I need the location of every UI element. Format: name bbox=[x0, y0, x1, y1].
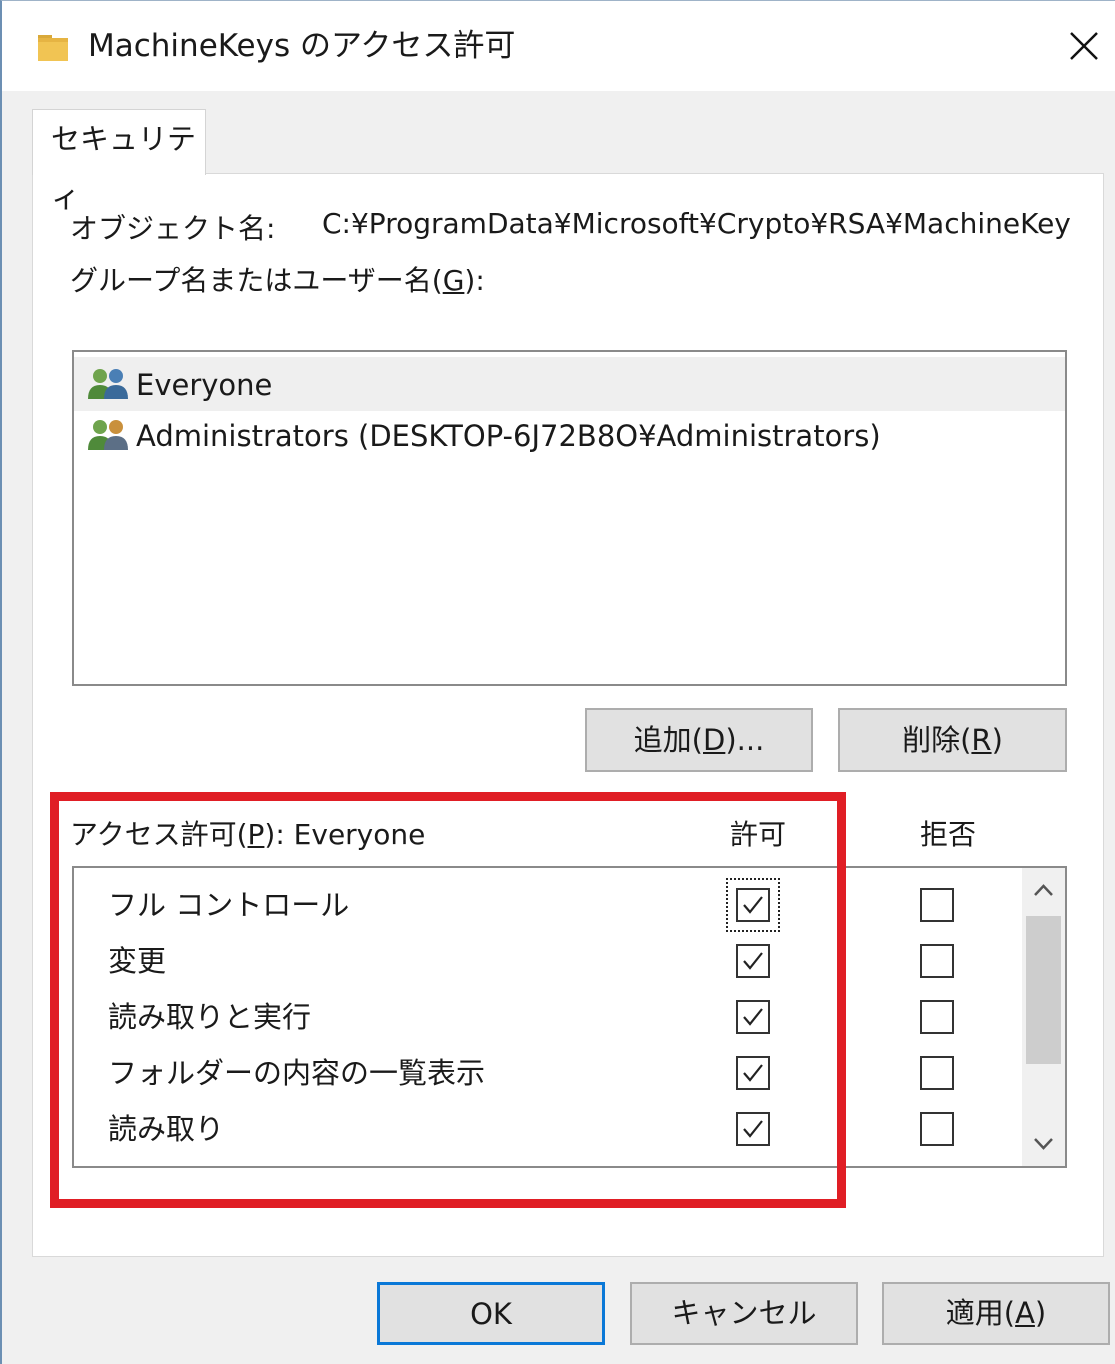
list-item-everyone[interactable]: Everyone bbox=[74, 357, 1065, 411]
highlight-annotation bbox=[50, 792, 846, 1208]
scroll-down-icon[interactable] bbox=[1022, 1122, 1065, 1166]
list-item-administrators[interactable]: Administrators (DESKTOP-6J72B8O¥Administ… bbox=[74, 408, 1065, 462]
remove-button[interactable]: 削除(R) bbox=[838, 708, 1067, 772]
ok-button[interactable]: OK bbox=[377, 1282, 605, 1345]
object-name-value: C:¥ProgramData¥Microsoft¥Crypto¥RSA¥Mach… bbox=[322, 207, 1070, 240]
scroll-up-icon[interactable] bbox=[1022, 868, 1065, 912]
title-bar: MachineKeys のアクセス許可 bbox=[2, 1, 1115, 91]
deny-checkbox-full-control[interactable] bbox=[920, 888, 954, 922]
tab-security[interactable]: セキュリティ bbox=[32, 109, 206, 214]
deny-checkbox-read[interactable] bbox=[920, 1112, 954, 1146]
list-item-label: Administrators (DESKTOP-6J72B8O¥Administ… bbox=[136, 419, 881, 453]
folder-icon bbox=[38, 35, 68, 61]
window-title: MachineKeys のアクセス許可 bbox=[88, 28, 516, 64]
scrollbar-thumb[interactable] bbox=[1026, 916, 1061, 1064]
cancel-button[interactable]: キャンセル bbox=[630, 1282, 858, 1345]
apply-button[interactable]: 適用(A) bbox=[882, 1282, 1110, 1345]
group-user-list[interactable]: Everyone Administrators (DESKTOP-6J72B8O… bbox=[72, 350, 1067, 686]
deny-column-header: 拒否 bbox=[920, 818, 977, 851]
group-list-label: グループ名またはユーザー名(G): bbox=[70, 264, 485, 297]
deny-checkbox-list-folder[interactable] bbox=[920, 1056, 954, 1090]
close-icon[interactable] bbox=[1057, 21, 1107, 71]
permissions-dialog: MachineKeys のアクセス許可 セキュリティ オブジェクト名: C:¥P… bbox=[0, 0, 1115, 1364]
object-name-label: オブジェクト名: bbox=[70, 212, 276, 245]
deny-checkbox-modify[interactable] bbox=[920, 944, 954, 978]
deny-checkbox-read-execute[interactable] bbox=[920, 1000, 954, 1034]
add-button[interactable]: 追加(D)... bbox=[585, 708, 813, 772]
list-item-label: Everyone bbox=[136, 368, 273, 402]
permissions-scrollbar[interactable] bbox=[1022, 868, 1065, 1166]
users-icon bbox=[88, 369, 128, 399]
users-icon bbox=[88, 420, 128, 450]
